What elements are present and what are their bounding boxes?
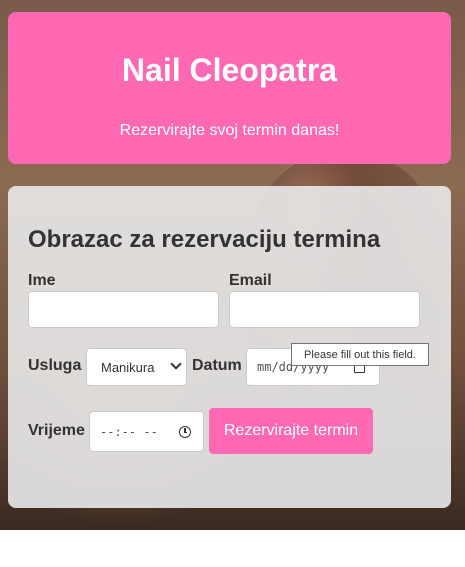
email-label: Email: [229, 272, 272, 289]
service-label: Usluga: [28, 357, 82, 374]
form-heading: Obrazac za rezervaciju termina: [28, 226, 381, 253]
name-label: Ime: [28, 272, 56, 289]
email-input[interactable]: [229, 291, 420, 328]
site-header: Nail Cleopatra Rezervirajte svoj termin …: [8, 12, 451, 164]
service-select[interactable]: Manikura: [86, 348, 187, 386]
date-label: Datum: [192, 357, 242, 374]
chevron-down-icon: [170, 358, 182, 370]
time-input[interactable]: --:-- --: [89, 411, 204, 452]
site-subtitle: Rezervirajte svoj termin danas!: [119, 122, 340, 139]
validation-tooltip: Please fill out this field.: [291, 343, 429, 366]
submit-button[interactable]: Rezervirajte termin: [209, 408, 373, 454]
service-selected-value: Manikura: [101, 359, 155, 375]
clock-icon[interactable]: [179, 426, 191, 438]
site-title: Nail Cleopatra: [121, 52, 338, 88]
time-label: Vrijeme: [28, 422, 85, 439]
time-placeholder: --:-- --: [100, 424, 158, 439]
name-input[interactable]: [28, 291, 219, 328]
